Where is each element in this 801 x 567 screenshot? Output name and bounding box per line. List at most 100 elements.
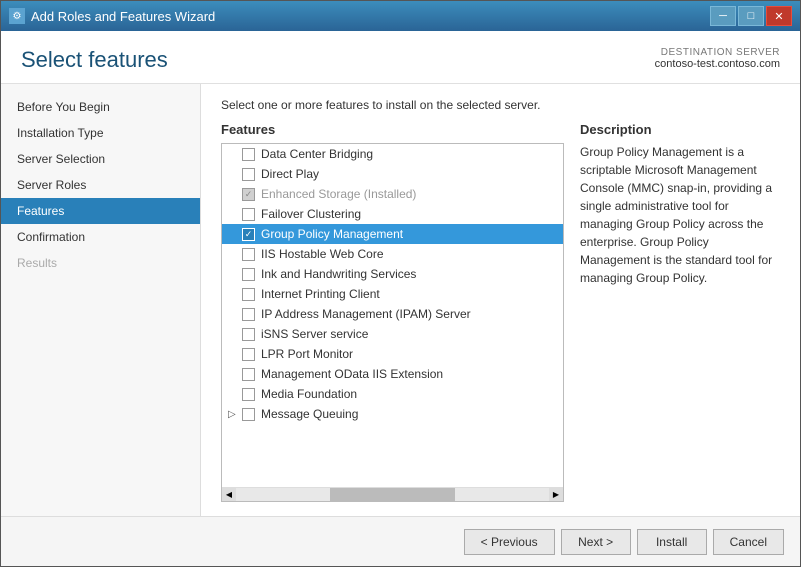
sidebar-item-installation-type[interactable]: Installation Type (1, 120, 200, 146)
feature-label: Message Queuing (261, 407, 358, 421)
expand-placeholder (228, 369, 240, 380)
checkbox-isns[interactable] (242, 328, 255, 341)
checkbox-ink-handwriting[interactable] (242, 268, 255, 281)
feature-label: Ink and Handwriting Services (261, 267, 416, 281)
scroll-left-button[interactable]: ◀ (222, 488, 236, 502)
expand-placeholder (228, 309, 240, 320)
feature-label: IP Address Management (IPAM) Server (261, 307, 471, 321)
feature-item-data-center-bridging[interactable]: Data Center Bridging (222, 144, 563, 164)
horizontal-scrollbar[interactable]: ◀ ▶ (222, 487, 563, 501)
sidebar-item-before-you-begin[interactable]: Before You Begin (1, 94, 200, 120)
content-panel: Select one or more features to install o… (201, 84, 800, 516)
checkbox-media-foundation[interactable] (242, 388, 255, 401)
feature-label: Enhanced Storage (Installed) (261, 187, 416, 201)
feature-label: Data Center Bridging (261, 147, 373, 161)
dest-name: contoso-test.contoso.com (655, 58, 780, 70)
header-area: Select features DESTINATION SERVER conto… (1, 31, 800, 84)
feature-item-management-odata[interactable]: Management OData IIS Extension (222, 364, 563, 384)
previous-button[interactable]: < Previous (464, 529, 555, 555)
description-column: Description Group Policy Management is a… (580, 122, 780, 502)
sidebar-item-features[interactable]: Features (1, 198, 200, 224)
main-area: Before You Begin Installation Type Serve… (1, 84, 800, 516)
description-header: Description (580, 122, 780, 137)
expand-placeholder (228, 249, 240, 260)
scroll-track[interactable] (236, 488, 549, 502)
feature-item-media-foundation[interactable]: Media Foundation (222, 384, 563, 404)
checkbox-iis-hostable[interactable] (242, 248, 255, 261)
sidebar-item-results: Results (1, 250, 200, 276)
feature-label: iSNS Server service (261, 327, 368, 341)
expand-placeholder (228, 269, 240, 280)
expand-placeholder (228, 329, 240, 340)
feature-label: Failover Clustering (261, 207, 361, 221)
main-window: ⚙ Add Roles and Features Wizard ─ □ ✕ Se… (0, 0, 801, 567)
feature-item-enhanced-storage[interactable]: Enhanced Storage (Installed) (222, 184, 563, 204)
sidebar-item-confirmation[interactable]: Confirmation (1, 224, 200, 250)
title-bar: ⚙ Add Roles and Features Wizard ─ □ ✕ (1, 1, 800, 31)
expand-placeholder (228, 389, 240, 400)
expand-placeholder (228, 229, 240, 240)
feature-label: IIS Hostable Web Core (261, 247, 384, 261)
window-controls: ─ □ ✕ (710, 6, 792, 26)
content-area: Select features DESTINATION SERVER conto… (1, 31, 800, 516)
scroll-thumb[interactable] (330, 488, 455, 502)
features-list[interactable]: Data Center Bridging Direct Play (222, 144, 563, 487)
sidebar-item-server-roles[interactable]: Server Roles (1, 172, 200, 198)
checkbox-group-policy[interactable]: ✓ (242, 228, 255, 241)
features-description-area: Features Data Center Bridging (221, 122, 780, 502)
description-text: Group Policy Management is a scriptable … (580, 143, 780, 287)
expand-placeholder (228, 169, 240, 180)
footer: < Previous Next > Install Cancel (1, 516, 800, 566)
expand-placeholder (228, 189, 240, 200)
install-button[interactable]: Install (637, 529, 707, 555)
instruction-text: Select one or more features to install o… (221, 98, 780, 112)
destination-server: DESTINATION SERVER contoso-test.contoso.… (655, 47, 780, 70)
scroll-right-button[interactable]: ▶ (549, 488, 563, 502)
minimize-button[interactable]: ─ (710, 6, 736, 26)
expand-placeholder (228, 349, 240, 360)
feature-item-ipam[interactable]: IP Address Management (IPAM) Server (222, 304, 563, 324)
expand-placeholder (228, 209, 240, 220)
expand-placeholder (228, 289, 240, 300)
feature-item-group-policy[interactable]: ✓ Group Policy Management (222, 224, 563, 244)
checkbox-ipam[interactable] (242, 308, 255, 321)
window-title: Add Roles and Features Wizard (31, 9, 215, 24)
feature-item-internet-printing[interactable]: Internet Printing Client (222, 284, 563, 304)
checkbox-direct-play[interactable] (242, 168, 255, 181)
next-button[interactable]: Next > (561, 529, 631, 555)
feature-label: LPR Port Monitor (261, 347, 353, 361)
expand-arrow-message-queuing[interactable]: ▷ (228, 409, 240, 420)
feature-label: Internet Printing Client (261, 287, 380, 301)
feature-item-failover-clustering[interactable]: Failover Clustering (222, 204, 563, 224)
title-bar-left: ⚙ Add Roles and Features Wizard (9, 8, 215, 24)
dest-label: DESTINATION SERVER (655, 47, 780, 58)
feature-label: Direct Play (261, 167, 319, 181)
sidebar-item-server-selection[interactable]: Server Selection (1, 146, 200, 172)
feature-item-ink-handwriting[interactable]: Ink and Handwriting Services (222, 264, 563, 284)
feature-item-lpr[interactable]: LPR Port Monitor (222, 344, 563, 364)
checkbox-enhanced-storage[interactable] (242, 188, 255, 201)
expand-placeholder (228, 149, 240, 160)
features-list-container[interactable]: Data Center Bridging Direct Play (221, 143, 564, 502)
app-icon: ⚙ (9, 8, 25, 24)
checkbox-lpr[interactable] (242, 348, 255, 361)
checkbox-failover-clustering[interactable] (242, 208, 255, 221)
checkbox-data-center-bridging[interactable] (242, 148, 255, 161)
maximize-button[interactable]: □ (738, 6, 764, 26)
cancel-button[interactable]: Cancel (713, 529, 784, 555)
feature-item-isns[interactable]: iSNS Server service (222, 324, 563, 344)
feature-item-direct-play[interactable]: Direct Play (222, 164, 563, 184)
feature-label: Media Foundation (261, 387, 357, 401)
close-button[interactable]: ✕ (766, 6, 792, 26)
feature-label: Management OData IIS Extension (261, 367, 443, 381)
checkbox-message-queuing[interactable] (242, 408, 255, 421)
checkbox-management-odata[interactable] (242, 368, 255, 381)
sidebar: Before You Begin Installation Type Serve… (1, 84, 201, 516)
feature-item-message-queuing[interactable]: ▷ Message Queuing (222, 404, 563, 424)
features-column: Features Data Center Bridging (221, 122, 564, 502)
feature-label: Group Policy Management (261, 227, 403, 241)
feature-item-iis-hostable[interactable]: IIS Hostable Web Core (222, 244, 563, 264)
page-title: Select features (21, 47, 168, 73)
checkbox-internet-printing[interactable] (242, 288, 255, 301)
features-header: Features (221, 122, 564, 137)
